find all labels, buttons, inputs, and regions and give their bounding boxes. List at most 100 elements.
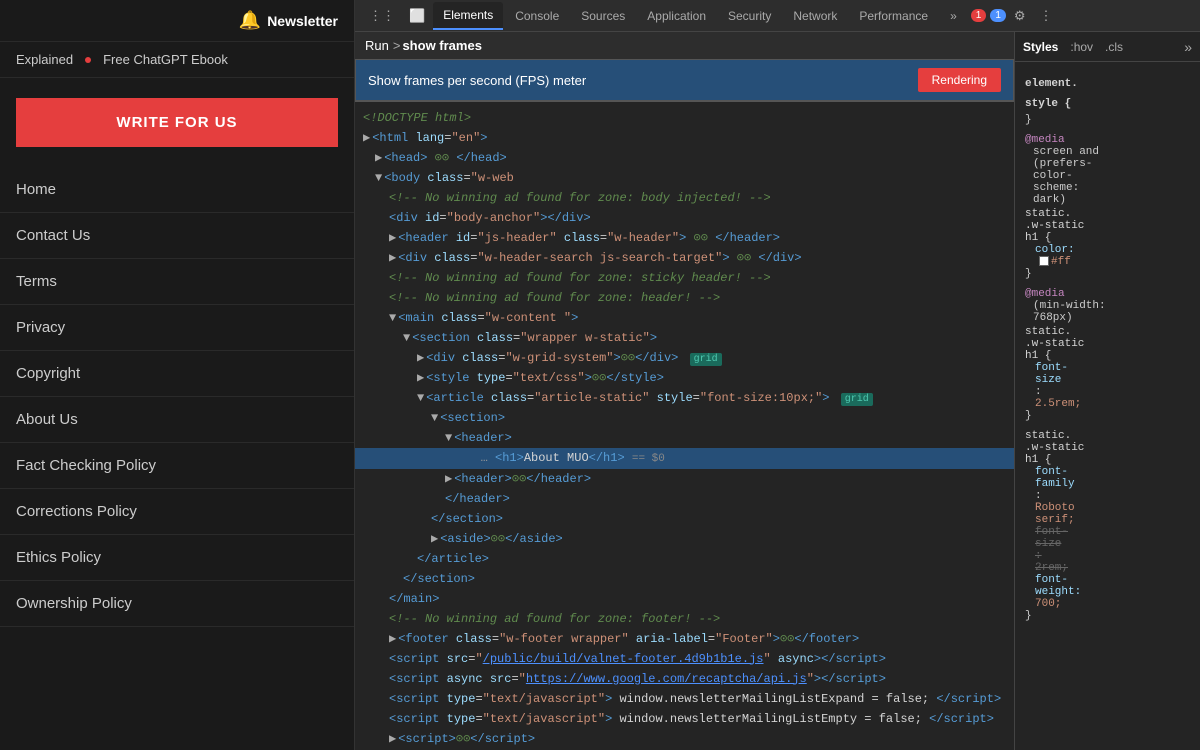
sidebar-top-bar: 🔔 Newsletter — [0, 0, 354, 42]
cls-tab[interactable]: .cls — [1099, 36, 1129, 58]
run-input-row: Run > show frames — [355, 32, 1014, 59]
tree-div-grid[interactable]: ▶<div class="w-grid-system">⊙⊙</div> gri… — [355, 348, 1014, 368]
tab-sources[interactable]: Sources — [571, 3, 635, 29]
prop-font-weight: font- — [1035, 574, 1068, 586]
run-command-bar: Run > show frames Show frames per second… — [355, 32, 1014, 102]
dt-right-panel: Styles :hov .cls » element. style { } @m… — [1015, 32, 1200, 750]
tree-article[interactable]: ▼<article class="article-static" style="… — [355, 388, 1014, 408]
nav-link-ethics-policy[interactable]: Ethics Policy — [0, 535, 354, 580]
tree-section-wrapper[interactable]: ▼<section class="wrapper w-static"> — [355, 328, 1014, 348]
tab-application[interactable]: Application — [637, 3, 716, 29]
tree-close-main: </main> — [355, 589, 1014, 609]
more-options-icon[interactable]: ⋮ — [1034, 4, 1059, 28]
colon-768: : — [1035, 386, 1042, 398]
tree-h1-selected[interactable]: … <h1>About MUO</h1> == $0 — [355, 448, 1014, 469]
styles-media-768: @media (min-width: 768px) static. .w-sta… — [1025, 288, 1190, 422]
explained-link[interactable]: Explained — [16, 52, 73, 67]
prop-family: family — [1035, 478, 1075, 490]
nav-link-fact-checking-policy[interactable]: Fact Checking Policy — [0, 443, 354, 488]
bell-icon: 🔔 — [239, 10, 261, 31]
tab-performance[interactable]: Performance — [849, 3, 938, 29]
devtools-icon-btn-2[interactable]: ⬜ — [403, 4, 431, 28]
nav-link-terms[interactable]: Terms — [0, 259, 354, 304]
styles-style-selector: style { — [1025, 98, 1190, 110]
styles-element-section: element. style { } — [1025, 78, 1190, 126]
nav-item-home: Home — [0, 167, 354, 213]
tab-more[interactable]: » — [940, 3, 967, 29]
autocomplete-item-selected[interactable]: Show frames per second (FPS) meter Rende… — [356, 60, 1013, 100]
nav-link-contact-us[interactable]: Contact Us — [0, 213, 354, 258]
tree-header-inner[interactable]: ▼<header> — [355, 428, 1014, 448]
color-swatch-white — [1039, 256, 1049, 266]
nav-link-corrections-policy[interactable]: Corrections Policy — [0, 489, 354, 534]
styles-more-icon[interactable]: » — [1184, 39, 1192, 55]
media-768-selector3: h1 { — [1025, 350, 1190, 362]
tree-head[interactable]: ▶<head> ⊙⊙ </head> — [355, 148, 1014, 168]
devtools-icon-btn-1[interactable]: ⋮⋮ — [363, 4, 401, 28]
tree-script-short1[interactable]: ▶<script>⊙⊙</script> — [355, 729, 1014, 749]
static-font-weight1: font- — [1035, 574, 1190, 586]
nav-links-top: Explained Free ChatGPT Ebook — [0, 42, 354, 78]
val-25rem: 2.5rem; — [1035, 398, 1081, 410]
media-768-value: 768px) — [1033, 312, 1190, 324]
media-dark-close: } — [1025, 268, 1190, 280]
tree-script-newsletter-empty: <script type="text/javascript"> window.n… — [355, 709, 1014, 729]
nav-item-copyright: Copyright — [0, 351, 354, 397]
media-dark-value: dark) — [1033, 194, 1190, 206]
nav-link-ownership-policy[interactable]: Ownership Policy — [0, 581, 354, 626]
media-dark-selector1: static. — [1025, 208, 1190, 220]
styles-tabs-bar: Styles :hov .cls » — [1015, 32, 1200, 62]
tab-security[interactable]: Security — [718, 3, 781, 29]
autocomplete-item-text: Show frames per second (FPS) meter — [368, 73, 586, 88]
info-badge: 1 — [990, 9, 1006, 22]
media-dark-color-val: #ff — [1039, 256, 1190, 268]
rendering-button[interactable]: Rendering — [918, 68, 1001, 92]
run-arrow: > — [393, 38, 401, 53]
static-selector1: static. — [1025, 430, 1190, 442]
media-768-selector2: .w-static — [1025, 338, 1190, 350]
styles-element-close: } — [1025, 114, 1190, 126]
nav-link-home[interactable]: Home — [0, 167, 354, 212]
nav-link-copyright[interactable]: Copyright — [0, 351, 354, 396]
free-chatgpt-link[interactable]: Free ChatGPT Ebook — [103, 52, 228, 67]
tab-network[interactable]: Network — [783, 3, 847, 29]
tree-body[interactable]: ▼<body class="w-web — [355, 168, 1014, 188]
static-close: } — [1025, 610, 1190, 622]
run-label: Run — [365, 38, 389, 53]
nav-item-ethics-policy: Ethics Policy — [0, 535, 354, 581]
tree-main[interactable]: ▼<main class="w-content "> — [355, 308, 1014, 328]
newsletter-label[interactable]: Newsletter — [267, 13, 338, 29]
tree-section-inner[interactable]: ▼<section> — [355, 408, 1014, 428]
tree-div-body-anchor[interactable]: <div id="body-anchor"></div> — [355, 208, 1014, 228]
html-tree[interactable]: <!DOCTYPE html> ▶<html lang="en"> ▶<head… — [355, 102, 1014, 750]
hover-tab[interactable]: :hov — [1064, 36, 1099, 58]
settings-icon[interactable]: ⚙ — [1008, 4, 1032, 28]
tab-console[interactable]: Console — [505, 3, 569, 29]
styles-title: Styles — [1023, 40, 1058, 54]
tree-script-valnet: <script src="/public/build/valnet-footer… — [355, 649, 1014, 669]
media-768-selector1: static. — [1025, 326, 1190, 338]
val-serif: serif; — [1035, 514, 1075, 526]
tree-close-section: </section> — [355, 509, 1014, 529]
prop-font-family: font- — [1035, 466, 1068, 478]
run-text[interactable]: show frames — [402, 38, 481, 53]
tree-header-js[interactable]: ▶<header id="js-header" class="w-header"… — [355, 228, 1014, 248]
tree-comment-footer-ad: <!-- No winning ad found for zone: foote… — [355, 609, 1014, 629]
tree-style[interactable]: ▶<style type="text/css">⊙⊙</style> — [355, 368, 1014, 388]
tree-script-newsletter-expand: <script type="text/javascript"> window.n… — [355, 689, 1014, 709]
nav-link-privacy[interactable]: Privacy — [0, 305, 354, 350]
tree-footer[interactable]: ▶<footer class="w-footer wrapper" aria-l… — [355, 629, 1014, 649]
static-font-family1: font- — [1035, 466, 1190, 478]
tab-elements[interactable]: Elements — [433, 2, 503, 30]
tree-div-search[interactable]: ▶<div class="w-header-search js-search-t… — [355, 248, 1014, 268]
devtools-body: Run > show frames Show frames per second… — [355, 32, 1200, 750]
prop-font-size-768: font- — [1035, 362, 1068, 374]
write-for-us-button[interactable]: WRITE FOR US — [16, 98, 338, 147]
static-selector2: .w-static — [1025, 442, 1190, 454]
styles-element-selector: element. — [1025, 78, 1190, 90]
tree-aside[interactable]: ▶<aside>⊙⊙</aside> — [355, 529, 1014, 549]
tree-header-inner2[interactable]: ▶<header>⊙⊙</header> — [355, 469, 1014, 489]
prop-weight: weight: — [1035, 586, 1081, 598]
tree-html[interactable]: ▶<html lang="en"> — [355, 128, 1014, 148]
nav-link-about-us[interactable]: About Us — [0, 397, 354, 442]
